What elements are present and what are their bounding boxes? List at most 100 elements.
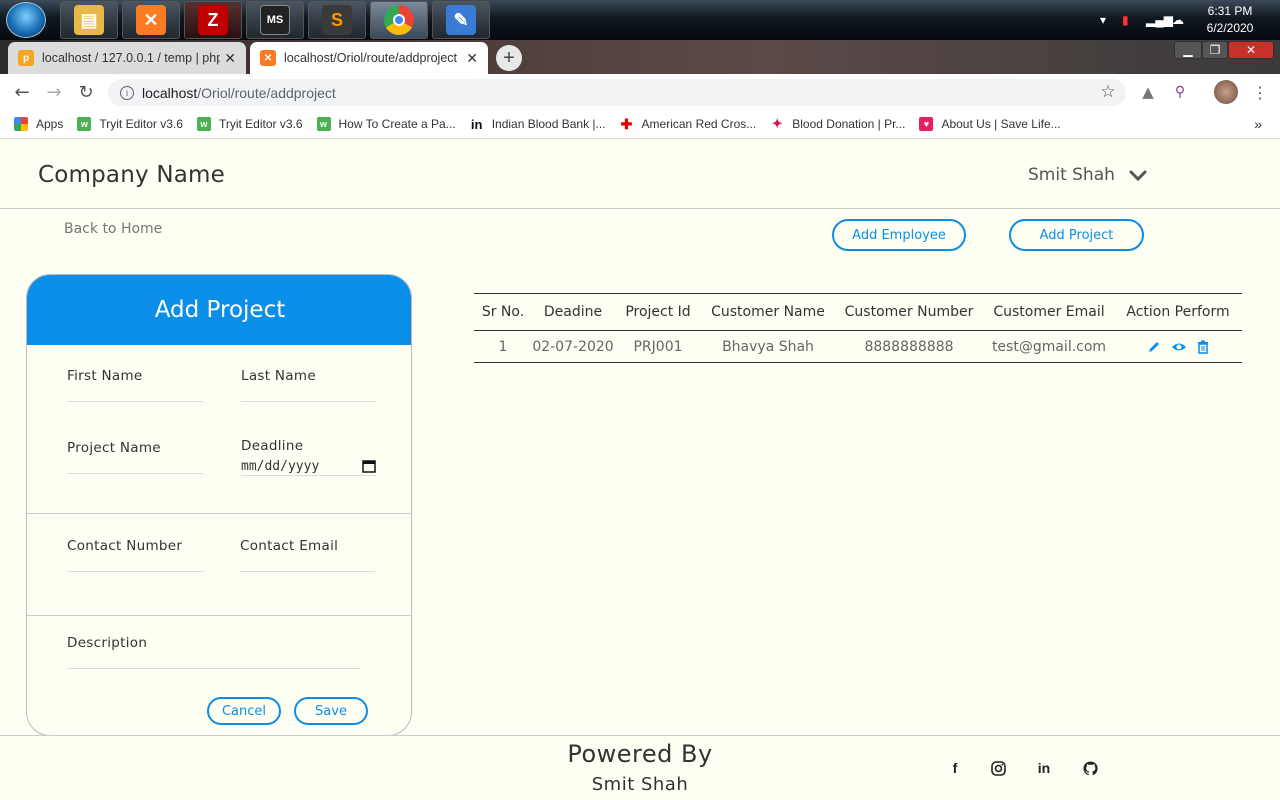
tab-phpmyadmin[interactable]: p localhost / 127.0.0.1 / temp | php ✕ xyxy=(8,42,246,74)
bookmark-label: Tryit Editor v3.6 xyxy=(99,117,183,131)
start-button[interactable] xyxy=(6,2,46,38)
paint-button[interactable]: ✎ xyxy=(432,1,490,39)
cell-sr-no: 1 xyxy=(498,338,508,355)
last-name-field[interactable] xyxy=(241,401,376,402)
forward-arrow-icon[interactable]: → xyxy=(42,80,66,104)
contact-email-field[interactable] xyxy=(240,571,375,572)
bookmark-red-cross[interactable]: ✚ American Red Cros... xyxy=(620,115,757,132)
more-bookmarks-icon[interactable]: » xyxy=(1254,116,1262,132)
table-row: 1 02-07-2020 PRJ001 Bhavya Shah 88888888… xyxy=(474,331,1242,363)
delete-icon[interactable] xyxy=(1197,340,1209,354)
red-cross-icon: ✚ xyxy=(620,115,633,132)
header-deadline: Deadine xyxy=(543,304,603,320)
bookmark-label: Blood Donation | Pr... xyxy=(792,117,906,131)
bookmark-save-life[interactable]: ♥ About Us | Save Life... xyxy=(919,117,1061,131)
bookmarks-bar: Apps w Tryit Editor v3.6 w Tryit Editor v3… xyxy=(0,110,1280,139)
cell-customer-name: Bhavya Shah xyxy=(722,338,814,355)
projects-table: Sr No. Deadine Project Id Customer Name … xyxy=(474,293,1242,363)
bookmark-tryit-2[interactable]: w Tryit Editor v3.6 xyxy=(196,117,303,131)
last-name-label: Last Name xyxy=(241,368,316,384)
close-icon[interactable]: ✕ xyxy=(224,50,236,67)
project-name-label: Project Name xyxy=(67,440,161,456)
chevron-down-icon[interactable] xyxy=(1128,165,1148,185)
xampp-button[interactable]: ✕ xyxy=(122,1,180,39)
reload-icon[interactable]: ↻ xyxy=(74,80,98,104)
new-tab-button[interactable]: + xyxy=(496,45,522,71)
github-icon[interactable] xyxy=(1080,758,1100,778)
paint-icon: ✎ xyxy=(446,5,476,35)
url-host: localhost xyxy=(142,84,198,101)
file-explorer-button[interactable]: ▤ xyxy=(60,1,118,39)
chrome-icon xyxy=(384,5,414,35)
phpmyadmin-icon: p xyxy=(18,50,34,66)
bookmark-label: Indian Blood Bank |... xyxy=(491,117,606,131)
deadline-date-input[interactable]: mm/dd/yyyy xyxy=(241,457,376,476)
bookmark-label: Apps xyxy=(36,117,64,131)
sublime-text-button[interactable]: S xyxy=(308,1,366,39)
tray-arrow-icon[interactable]: ▾ xyxy=(1100,0,1106,40)
contact-email-label: Contact Email xyxy=(240,538,339,554)
battery-icon[interactable]: ▮ xyxy=(1122,0,1129,40)
ms-office-button[interactable]: MS xyxy=(246,1,304,39)
project-name-field[interactable] xyxy=(67,473,203,474)
edit-icon[interactable] xyxy=(1147,340,1161,354)
info-icon[interactable]: i xyxy=(120,85,134,100)
cloud-icon[interactable]: ☁ xyxy=(1172,0,1184,40)
calendar-icon[interactable] xyxy=(362,459,376,473)
clock-date: 6/2/2020 xyxy=(1206,21,1254,35)
add-employee-button[interactable]: Add Employee xyxy=(832,219,966,251)
description-field[interactable] xyxy=(67,668,360,669)
header-customer-email: Customer Email xyxy=(993,304,1105,320)
back-arrow-icon[interactable]: ← xyxy=(10,80,34,104)
first-name-label: First Name xyxy=(67,368,143,384)
bookmark-tryit-1[interactable]: w Tryit Editor v3.6 xyxy=(77,117,183,131)
header-sr-no: Sr No. xyxy=(481,304,525,320)
bookmark-indian-blood-bank[interactable]: in Indian Blood Bank |... xyxy=(470,116,606,132)
tab-title: localhost/Oriol/route/addproject xyxy=(284,51,458,65)
minimize-button[interactable]: ▁ xyxy=(1174,41,1202,59)
date-placeholder: mm/dd/yyyy xyxy=(241,458,320,474)
linkedin-icon: in xyxy=(470,116,483,132)
ms-office-icon: MS xyxy=(260,5,290,35)
user-menu-name[interactable]: Smit Shah xyxy=(1028,165,1115,185)
xampp-icon: ✕ xyxy=(136,5,166,35)
drive-icon[interactable]: ▲ xyxy=(1136,80,1160,104)
bookmark-apps[interactable]: Apps xyxy=(14,117,63,131)
add-project-card: Add Project First Name Last Name Project… xyxy=(26,274,412,736)
linkedin-icon[interactable]: in xyxy=(1034,758,1054,778)
xampp-icon: ✕ xyxy=(260,50,276,66)
menu-dots-icon[interactable]: ⋮ xyxy=(1248,80,1272,104)
bookmark-star-icon[interactable]: ☆ xyxy=(1096,80,1120,104)
bookmark-label: American Red Cros... xyxy=(641,117,757,131)
url-path: /Oriol/route/addproject xyxy=(197,84,336,101)
facebook-icon[interactable]: f xyxy=(945,758,965,778)
first-name-field[interactable] xyxy=(67,401,203,402)
cell-actions xyxy=(1114,340,1242,354)
apps-grid-icon xyxy=(14,117,28,131)
card-title: Add Project xyxy=(27,275,411,345)
sublime-text-icon: S xyxy=(322,5,352,35)
save-life-icon: ♥ xyxy=(919,117,934,131)
window-close-button[interactable]: ✕ xyxy=(1228,41,1274,59)
back-to-home-link[interactable]: Back to Home xyxy=(64,221,162,237)
instagram-icon[interactable] xyxy=(988,758,1008,778)
contact-number-field[interactable] xyxy=(67,571,203,572)
filezilla-button[interactable]: Z xyxy=(184,1,242,39)
cancel-button[interactable]: Cancel xyxy=(207,697,281,725)
tab-addproject[interactable]: ✕ localhost/Oriol/route/addproject ✕ xyxy=(250,42,488,74)
close-icon[interactable]: ✕ xyxy=(466,50,478,67)
search-extension-icon[interactable]: ⚲ xyxy=(1168,80,1192,104)
add-project-button[interactable]: Add Project xyxy=(1009,219,1144,251)
profile-avatar[interactable] xyxy=(1214,80,1238,104)
save-button[interactable]: Save xyxy=(294,697,368,725)
view-icon[interactable] xyxy=(1171,340,1187,354)
chrome-button[interactable] xyxy=(370,1,428,39)
bookmark-blood-donation[interactable]: ✦ Blood Donation | Pr... xyxy=(770,116,906,131)
bookmark-how-to-create[interactable]: w How To Create a Pa... xyxy=(316,117,456,131)
restore-button[interactable]: ❐ xyxy=(1202,41,1228,59)
section-divider xyxy=(27,513,411,514)
signal-icon[interactable]: ▂▄▆ xyxy=(1146,0,1173,40)
address-bar[interactable]: i localhost/Oriol/route/addproject xyxy=(108,79,1126,106)
w3schools-icon: w xyxy=(316,117,331,131)
system-clock[interactable]: 6:31 PM 6/2/2020 xyxy=(1190,3,1270,37)
